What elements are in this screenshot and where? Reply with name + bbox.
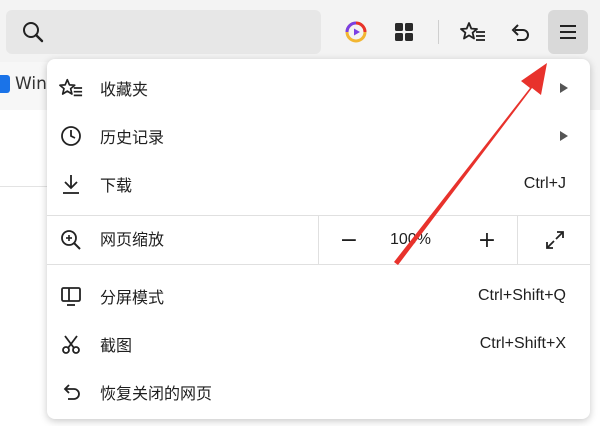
video-button[interactable] bbox=[336, 10, 376, 54]
menu-item-split-screen[interactable]: 分屏模式 Ctrl+Shift+Q bbox=[47, 272, 590, 320]
menu-item-label: 分屏模式 bbox=[100, 288, 165, 307]
zoom-label: 网页缩放 bbox=[100, 230, 165, 249]
menu-item-label: 截图 bbox=[100, 336, 133, 355]
zoom-row: 网页缩放 − 100% + bbox=[47, 216, 590, 264]
screenshot-icon bbox=[59, 332, 83, 356]
browser-toolbar bbox=[0, 0, 600, 62]
bookmark-item[interactable]: Win bbox=[0, 74, 47, 94]
zoom-icon bbox=[59, 228, 83, 252]
menu-item-screenshot[interactable]: 截图 Ctrl+Shift+X bbox=[47, 320, 590, 368]
menu-item-label: 下载 bbox=[100, 176, 133, 195]
submenu-arrow-icon bbox=[560, 131, 568, 141]
bookmark-label: Win bbox=[15, 74, 47, 94]
menu-item-label: 收藏夹 bbox=[100, 80, 149, 99]
zoom-out-button[interactable]: − bbox=[327, 216, 371, 264]
menu-item-label: 恢复关闭的网页 bbox=[100, 384, 213, 403]
menu-divider bbox=[47, 264, 590, 265]
menu-item-history[interactable]: 历史记录 bbox=[47, 112, 590, 160]
menu-item-favorites[interactable]: 收藏夹 bbox=[47, 64, 590, 112]
zoom-separator bbox=[517, 216, 518, 264]
video-icon bbox=[345, 21, 367, 43]
download-icon bbox=[59, 172, 83, 196]
zoom-value: 100% bbox=[390, 231, 431, 248]
fullscreen-icon bbox=[546, 231, 564, 249]
menu-icon bbox=[560, 25, 576, 39]
split-screen-icon bbox=[59, 284, 83, 308]
undo-button[interactable] bbox=[500, 10, 540, 54]
menu-item-restore-closed[interactable]: 恢复关闭的网页 bbox=[47, 368, 590, 416]
apps-grid-icon bbox=[395, 23, 413, 41]
submenu-arrow-icon bbox=[560, 83, 568, 93]
fullscreen-button[interactable] bbox=[525, 216, 585, 264]
menu-item-label: 历史记录 bbox=[100, 128, 165, 147]
toolbar-separator bbox=[438, 20, 439, 44]
zoom-separator bbox=[318, 216, 319, 264]
menu-item-shortcut: Ctrl+Shift+X bbox=[479, 335, 566, 352]
search-box[interactable] bbox=[6, 10, 321, 54]
favorites-icon bbox=[460, 22, 485, 41]
browser-main-menu: 收藏夹 历史记录 下载 Ctrl+J 网页缩放 − 100% + 分屏模式 Ct… bbox=[47, 59, 590, 419]
menu-button[interactable] bbox=[548, 10, 588, 54]
menu-item-shortcut: Ctrl+Shift+Q bbox=[477, 287, 566, 304]
zoom-in-button[interactable]: + bbox=[465, 216, 509, 264]
restore-icon bbox=[59, 380, 83, 404]
history-icon bbox=[59, 124, 83, 148]
undo-icon bbox=[511, 24, 529, 41]
favorites-icon bbox=[59, 76, 83, 100]
bookmark-favicon-icon bbox=[0, 75, 10, 93]
page-divider bbox=[0, 186, 48, 187]
apps-button[interactable] bbox=[384, 10, 424, 54]
search-icon bbox=[23, 22, 44, 43]
menu-item-downloads[interactable]: 下载 Ctrl+J bbox=[47, 160, 590, 208]
menu-item-shortcut: Ctrl+J bbox=[523, 175, 566, 192]
favorites-button[interactable] bbox=[453, 10, 493, 54]
